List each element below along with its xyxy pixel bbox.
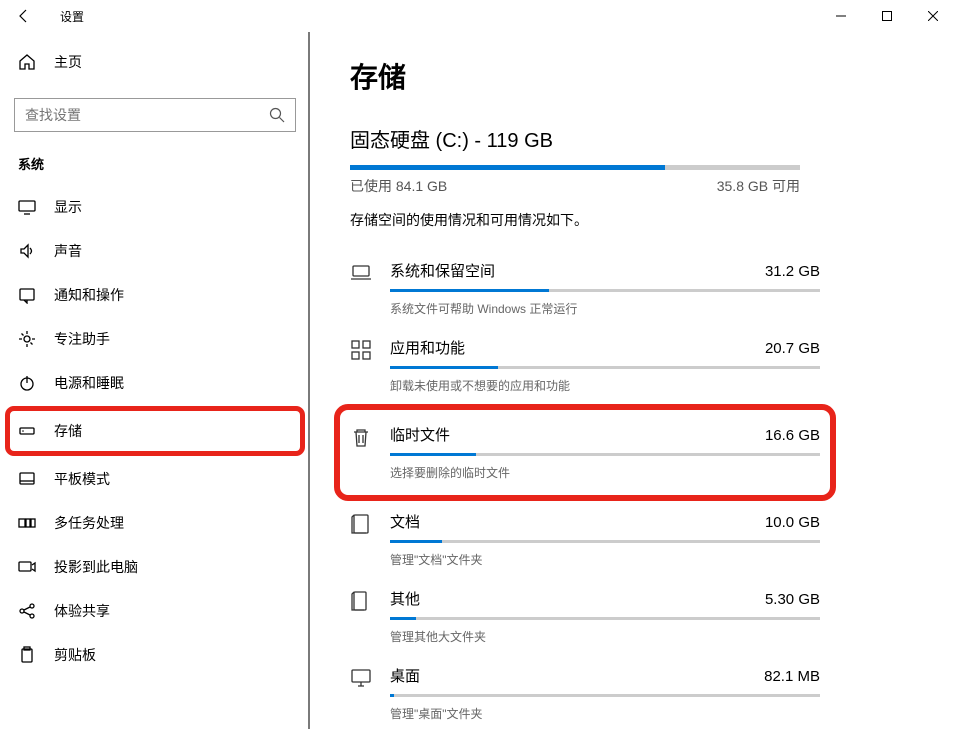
sidebar-item-display[interactable]: 显示 — [0, 185, 310, 229]
search-input[interactable] — [25, 107, 269, 123]
category-size: 82.1 MB — [764, 668, 820, 685]
notify-icon — [18, 286, 36, 304]
storage-category-laptop[interactable]: 系统和保留空间 31.2 GB 系统文件可帮助 Windows 正常运行 — [350, 250, 820, 327]
sidebar-item-label: 剪贴板 — [54, 645, 96, 665]
other-icon — [350, 590, 372, 612]
free-label: 35.8 GB 可用 — [717, 176, 800, 196]
sound-icon — [18, 242, 36, 260]
desktop-icon — [350, 667, 372, 689]
titlebar: 设置 — [0, 0, 956, 32]
maximize-button[interactable] — [864, 0, 910, 32]
sidebar: 主页 系统 显示声音通知和操作专注助手电源和睡眠存储平板模式多任务处理投影到此电… — [0, 32, 310, 729]
category-title: 临时文件 — [390, 424, 450, 445]
multitask-icon — [18, 514, 36, 532]
storage-icon — [18, 422, 36, 440]
category-bar — [390, 366, 820, 369]
sidebar-item-tablet[interactable]: 平板模式 — [0, 457, 310, 501]
category-desc: 系统文件可帮助 Windows 正常运行 — [390, 300, 820, 317]
category-bar — [390, 540, 820, 543]
sidebar-item-label: 投影到此电脑 — [54, 557, 138, 577]
sidebar-item-focus[interactable]: 专注助手 — [0, 317, 310, 361]
sidebar-item-sound[interactable]: 声音 — [0, 229, 310, 273]
category-title: 应用和功能 — [390, 337, 465, 358]
sidebar-item-project[interactable]: 投影到此电脑 — [0, 545, 310, 589]
sidebar-item-label: 平板模式 — [54, 469, 110, 489]
page-title: 存储 — [350, 56, 916, 96]
nav-section-header: 系统 — [0, 154, 310, 185]
sidebar-item-power[interactable]: 电源和睡眠 — [0, 361, 310, 405]
category-desc: 管理"桌面"文件夹 — [390, 705, 820, 722]
trash-icon — [350, 426, 372, 448]
category-size: 31.2 GB — [765, 263, 820, 280]
search-box[interactable] — [14, 98, 296, 132]
storage-description: 存储空间的使用情况和可用情况如下。 — [350, 210, 916, 230]
close-button[interactable] — [910, 0, 956, 32]
sidebar-item-storage[interactable]: 存储 — [8, 409, 302, 453]
sidebar-item-label: 通知和操作 — [54, 285, 124, 305]
sidebar-item-label: 多任务处理 — [54, 513, 124, 533]
category-desc: 卸载未使用或不想要的应用和功能 — [390, 377, 820, 394]
category-title: 桌面 — [390, 665, 420, 686]
sidebar-item-label: 存储 — [54, 421, 82, 441]
storage-category-other[interactable]: 其他 5.30 GB 管理其他大文件夹 — [350, 578, 820, 655]
home-icon — [18, 53, 36, 71]
category-bar — [390, 453, 820, 456]
sidebar-item-label: 声音 — [54, 241, 82, 261]
window-title: 设置 — [60, 8, 84, 25]
drive-label: 固态硬盘 (C:) - 119 GB — [350, 124, 916, 153]
clipboard-icon — [18, 646, 36, 664]
home-link[interactable]: 主页 — [0, 44, 310, 80]
category-size: 5.30 GB — [765, 591, 820, 608]
main-panel: 存储 固态硬盘 (C:) - 119 GB 已使用 84.1 GB 35.8 G… — [310, 32, 956, 729]
laptop-icon — [350, 262, 372, 284]
sidebar-item-label: 体验共享 — [54, 601, 110, 621]
window-controls — [818, 0, 956, 32]
project-icon — [18, 558, 36, 576]
sidebar-divider — [308, 32, 310, 729]
minimize-button[interactable] — [818, 0, 864, 32]
category-size: 10.0 GB — [765, 514, 820, 531]
usage-bar — [350, 165, 800, 170]
used-label: 已使用 84.1 GB — [350, 176, 447, 196]
sidebar-item-label: 电源和睡眠 — [54, 373, 124, 393]
sidebar-item-label: 专注助手 — [54, 329, 110, 349]
focus-icon — [18, 330, 36, 348]
category-title: 其他 — [390, 588, 420, 609]
apps-icon — [350, 339, 372, 361]
back-button[interactable] — [8, 0, 40, 32]
sidebar-item-clipboard[interactable]: 剪贴板 — [0, 633, 310, 677]
category-size: 20.7 GB — [765, 340, 820, 357]
display-icon — [18, 198, 36, 216]
sidebar-item-share[interactable]: 体验共享 — [0, 589, 310, 633]
category-title: 文档 — [390, 511, 420, 532]
power-icon — [18, 374, 36, 392]
category-bar — [390, 289, 820, 292]
home-label: 主页 — [54, 52, 82, 72]
sidebar-item-label: 显示 — [54, 197, 82, 217]
category-desc: 管理其他大文件夹 — [390, 628, 820, 645]
category-size: 16.6 GB — [765, 427, 820, 444]
document-icon — [350, 513, 372, 535]
category-desc: 选择要删除的临时文件 — [390, 464, 820, 481]
category-bar — [390, 694, 820, 697]
storage-category-desktop[interactable]: 桌面 82.1 MB 管理"桌面"文件夹 — [350, 655, 820, 729]
sidebar-item-notify[interactable]: 通知和操作 — [0, 273, 310, 317]
storage-category-document[interactable]: 文档 10.0 GB 管理"文档"文件夹 — [350, 501, 820, 578]
share-icon — [18, 602, 36, 620]
sidebar-item-multitask[interactable]: 多任务处理 — [0, 501, 310, 545]
storage-category-trash[interactable]: 临时文件 16.6 GB 选择要删除的临时文件 — [340, 410, 830, 495]
category-bar — [390, 617, 820, 620]
storage-category-apps[interactable]: 应用和功能 20.7 GB 卸载未使用或不想要的应用和功能 — [350, 327, 820, 404]
tablet-icon — [18, 470, 36, 488]
search-icon — [269, 107, 285, 123]
category-desc: 管理"文档"文件夹 — [390, 551, 820, 568]
category-title: 系统和保留空间 — [390, 260, 495, 281]
